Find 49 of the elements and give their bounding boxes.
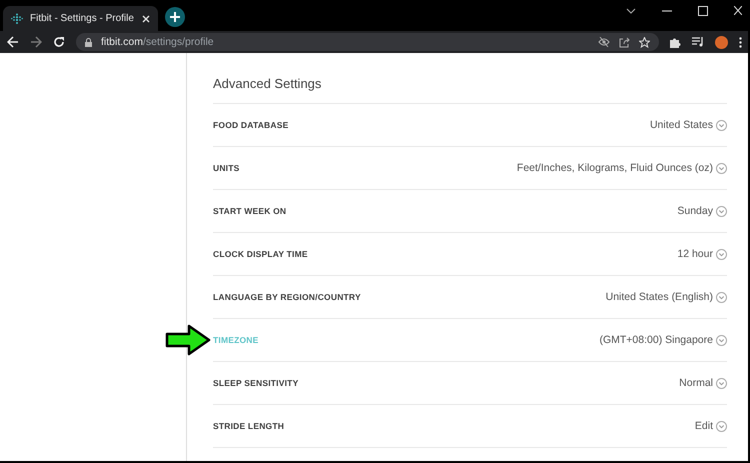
chevron-down-icon [716,120,727,130]
setting-dropdown[interactable]: United States [650,119,727,131]
url-path: /settings/profile [143,36,214,48]
setting-label: START WEEK ON [213,206,286,216]
eye-slash-icon[interactable] [598,37,610,47]
share-icon[interactable] [619,36,630,48]
setting-label: TIMEZONE [213,335,259,345]
setting-label: SLEEP SENSITIVITY [213,378,298,388]
maximize-icon[interactable] [698,6,708,16]
setting-label: CLOCK DISPLAY TIME [213,249,308,259]
more-icon[interactable] [739,36,742,48]
url-host: fitbit.com [101,36,144,48]
section-title: Advanced Settings [213,53,727,104]
minimize-icon[interactable] [662,10,672,12]
lock-icon [85,38,92,46]
star-icon[interactable] [639,36,650,48]
dots-icon [11,12,23,24]
chevron-down-icon [716,206,727,216]
chevron-down-icon [716,248,727,260]
reload-icon[interactable] [53,36,65,48]
back-icon[interactable] [7,36,19,48]
close-icon[interactable] [142,14,150,22]
setting-dropdown[interactable]: Feet/Inches, Kilograms, Fluid Ounces (oz) [516,162,727,174]
setting-label: UNITS [213,163,240,173]
new-tab-button[interactable] [165,7,185,27]
browser-tab[interactable]: Fitbit - Settings - Profile [3,6,158,31]
setting-dropdown[interactable]: Edit [694,420,727,432]
arrow-icon [165,324,211,356]
setting-dropdown[interactable]: 12 hour [677,248,727,260]
chevron-down-icon [716,420,727,432]
chevron-down-icon [716,378,727,388]
playlist-icon[interactable] [692,37,704,47]
address-bar[interactable]: fitbit.com/settings/profile [76,33,659,51]
setting-dropdown[interactable]: (GMT+08:00) Singapore [599,334,727,346]
chevron-down-icon [716,162,727,174]
setting-dropdown[interactable]: United States (English) [606,291,727,303]
setting-label: STRIDE LENGTH [213,421,284,431]
setting-label: LANGUAGE BY REGION/COUNTRY [213,292,361,302]
puzzle-icon[interactable] [670,36,681,48]
forward-icon[interactable] [30,36,42,48]
chevron-down-icon [716,334,727,346]
avatar-circle[interactable] [715,36,728,48]
setting-dropdown[interactable]: Normal [679,377,727,389]
tab-title: Fitbit - Settings - Profile [30,13,135,24]
close-icon[interactable] [734,6,742,15]
chevron-down-icon [716,292,727,302]
setting-dropdown[interactable]: Sunday [677,205,727,217]
setting-label: FOOD DATABASE [213,120,288,130]
dropdown-icon[interactable] [626,8,636,14]
